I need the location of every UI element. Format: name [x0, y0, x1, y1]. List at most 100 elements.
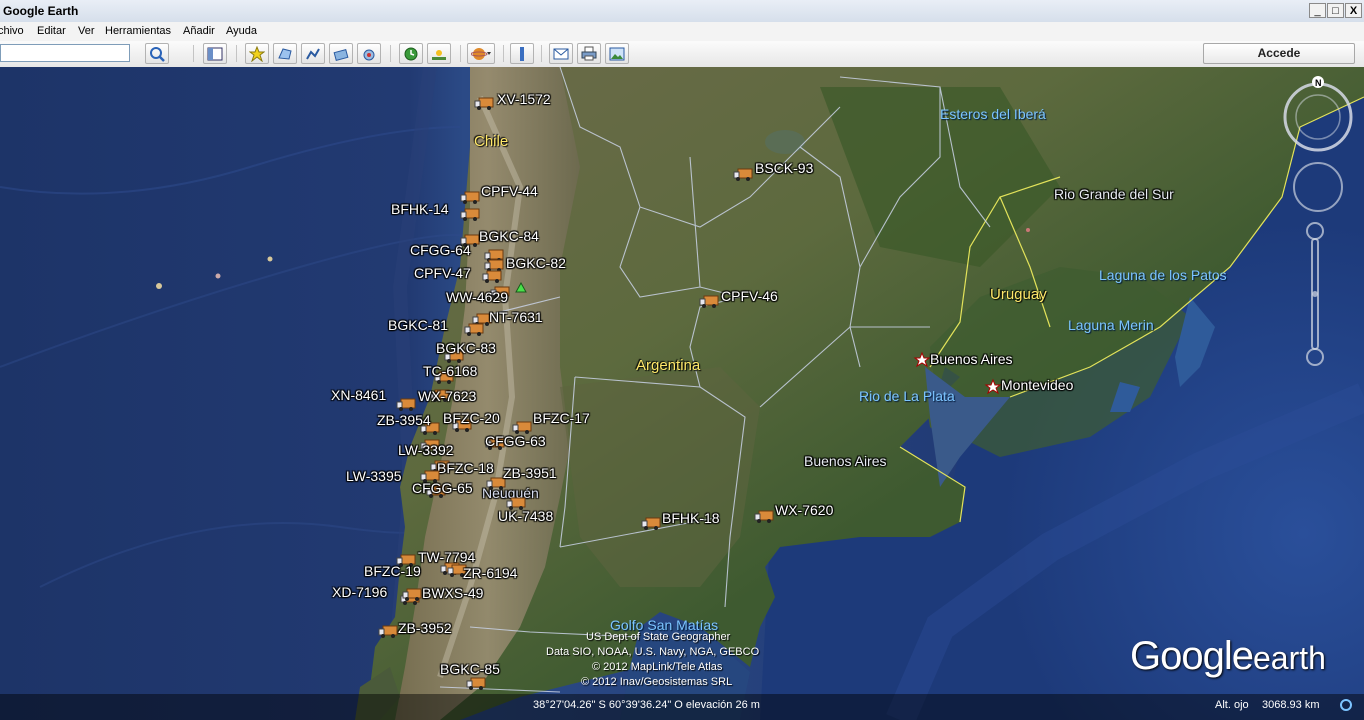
login-button[interactable]: Accede	[1203, 43, 1355, 64]
attribution-line-1: US Dept of State Geographer	[586, 631, 731, 643]
planet-switch-button[interactable]	[467, 43, 495, 64]
menu-archivo[interactable]: chivo	[0, 25, 24, 37]
attribution-line-2: Data SIO, NOAA, U.S. Navy, NGA, GEBCO	[546, 646, 760, 658]
placemark-label[interactable]: UK-7438	[498, 508, 553, 524]
placemark-label[interactable]: WW-4629	[446, 289, 508, 305]
placemark-label[interactable]: BFZC-20	[443, 410, 500, 426]
country-label-argentina: Argentina	[636, 357, 701, 374]
truck-icon[interactable]	[699, 295, 719, 309]
placemark-label[interactable]: CPFV-47	[414, 265, 471, 281]
placemark-label[interactable]: ZB-3952	[398, 620, 452, 636]
sun-icon	[432, 50, 446, 60]
compass-north-text: N	[1315, 78, 1322, 88]
menu-bar: chivo Editar Ver Herramientas Añadir Ayu…	[0, 22, 1364, 42]
truck-icon[interactable]	[754, 510, 774, 524]
image-icon	[609, 47, 625, 61]
placemark-label[interactable]: XN-8461	[331, 387, 386, 403]
placemark-label[interactable]: ZB-3954	[377, 412, 431, 428]
search-button[interactable]	[145, 43, 169, 64]
move-joystick[interactable]	[1293, 162, 1343, 212]
close-button[interactable]: X	[1345, 3, 1362, 18]
zoom-in-button[interactable]	[1306, 222, 1324, 240]
truck-icon[interactable]	[641, 517, 661, 531]
placemark-label[interactable]: XV-1572	[497, 91, 551, 107]
placemark-label[interactable]: CFGG-64	[410, 242, 471, 258]
placemark-label[interactable]: CFGG-65	[412, 480, 473, 496]
placemark-label[interactable]: BGKC-84	[479, 228, 539, 244]
menu-herramientas[interactable]: Herramientas	[105, 25, 171, 37]
email-button[interactable]	[549, 43, 573, 64]
placemark-label[interactable]: LW-3395	[346, 468, 402, 484]
city-label-buenos-aires[interactable]: Buenos Aires	[930, 351, 1013, 367]
placemark-label[interactable]: WX-7620	[775, 502, 833, 518]
ruler-icon	[520, 47, 524, 61]
placemark-label[interactable]: CPFV-46	[721, 288, 778, 304]
truck-icon[interactable]	[402, 588, 422, 602]
truck-icon[interactable]	[466, 677, 486, 691]
placemark-label[interactable]: BGKC-82	[506, 255, 566, 271]
save-image-button[interactable]	[605, 43, 629, 64]
minimize-button[interactable]: _	[1309, 3, 1326, 18]
menu-editar[interactable]: Editar	[37, 25, 66, 37]
placemark-label[interactable]: TC-6168	[423, 363, 477, 379]
add-path-button[interactable]	[301, 43, 325, 64]
placemark-label[interactable]: BGKC-81	[388, 317, 448, 333]
placemark-label[interactable]: BFZC-18	[437, 460, 494, 476]
planet-icon	[471, 48, 491, 60]
sidebar-toggle-button[interactable]	[203, 43, 227, 64]
truck-icon[interactable]	[460, 208, 480, 222]
water-label-patos: Laguna de los Patos	[1099, 267, 1227, 283]
historical-imagery-button[interactable]	[399, 43, 423, 64]
add-polygon-button[interactable]	[273, 43, 297, 64]
add-placemark-button[interactable]	[245, 43, 269, 64]
zoom-out-button[interactable]	[1306, 348, 1324, 366]
placemark-label[interactable]: BGKC-83	[436, 340, 496, 356]
truck-icon[interactable]	[396, 398, 416, 412]
water-label-plata: Rio de La Plata	[859, 388, 955, 404]
placemark-label[interactable]: BSCK-93	[755, 160, 813, 176]
placemark-label[interactable]: BFHK-18	[662, 510, 720, 526]
placemark-label[interactable]: CFGG-63	[485, 433, 546, 449]
truck-icon[interactable]	[378, 625, 398, 639]
truck-icon[interactable]	[460, 191, 480, 205]
search-input[interactable]	[0, 44, 130, 62]
truck-icon[interactable]	[482, 270, 502, 284]
record-tour-icon	[363, 49, 375, 61]
region-label-buenos-aires: Buenos Aires	[804, 453, 887, 469]
placemark-label[interactable]: ZR-6194	[463, 565, 517, 581]
record-tour-button[interactable]	[357, 43, 381, 64]
water-label-merin: Laguna Merin	[1068, 317, 1154, 333]
placemark-label[interactable]: BWXS-49	[422, 585, 483, 601]
navigation-controls[interactable]: N	[1282, 72, 1362, 372]
placemark-label[interactable]: LW-3392	[398, 442, 454, 458]
placemark-label[interactable]: BFZC-17	[533, 410, 590, 426]
placemark-label[interactable]: NT-7631	[489, 309, 543, 325]
placemark-label[interactable]: TW-7794	[418, 549, 475, 565]
printer-icon	[581, 46, 597, 61]
placemark-label[interactable]: WX-7623	[418, 388, 476, 404]
look-around-ring[interactable]	[1283, 82, 1353, 152]
sidebar-icon	[207, 47, 223, 61]
placemark-label[interactable]: CPFV-44	[481, 183, 538, 199]
placemark-label[interactable]: BFZC-19	[364, 563, 421, 579]
polygon-icon	[278, 48, 292, 60]
maximize-button[interactable]: □	[1327, 3, 1344, 18]
title-bar: Google Earth _ □ X	[0, 0, 1364, 23]
placemark-label[interactable]: ZB-3951	[503, 465, 557, 481]
sunlight-button[interactable]	[427, 43, 451, 64]
placemark-label[interactable]: BGKC-85	[440, 661, 500, 677]
menu-ayuda[interactable]: Ayuda	[226, 25, 257, 37]
map-view[interactable]: Chile Argentina Uruguay Esteros del Iber…	[0, 67, 1364, 720]
pushpin-icon	[249, 46, 265, 62]
truck-icon[interactable]	[733, 168, 753, 182]
print-button[interactable]	[577, 43, 601, 64]
truck-icon[interactable]	[474, 97, 494, 111]
menu-ver[interactable]: Ver	[78, 25, 95, 37]
add-overlay-button[interactable]	[329, 43, 353, 64]
placemark-label[interactable]: BFHK-14	[391, 201, 449, 217]
city-label-montevideo[interactable]: Montevideo	[1001, 377, 1073, 393]
placemark-label[interactable]: XD-7196	[332, 584, 387, 600]
menu-anadir[interactable]: Añadir	[183, 25, 215, 37]
truck-icon[interactable]	[464, 323, 484, 337]
ruler-button[interactable]	[510, 43, 534, 64]
